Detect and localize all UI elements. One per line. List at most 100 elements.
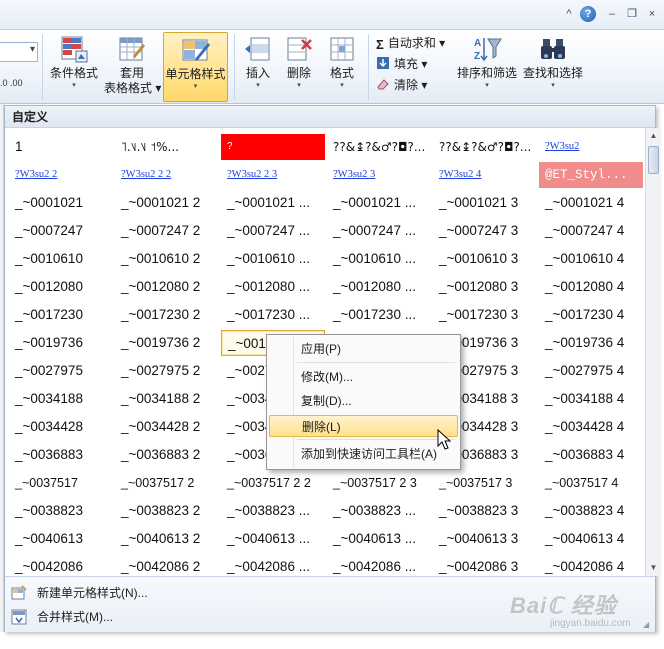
cell-style-item[interactable]: _~0038823 ... bbox=[221, 498, 325, 524]
modify-menu-item[interactable]: 修改(M)... bbox=[269, 366, 458, 388]
cell-style-item[interactable]: _~0040613 2 bbox=[115, 526, 219, 552]
cell-style-item[interactable]: _~0034428 4 bbox=[539, 414, 643, 440]
cell-style-item[interactable]: _~0038823 2 bbox=[115, 498, 219, 524]
cell-style-item[interactable]: _~0042086 4 bbox=[539, 554, 643, 576]
cell-style-item[interactable]: _~0027975 bbox=[9, 358, 113, 384]
cell-style-item[interactable]: _~0007247 3 bbox=[433, 218, 537, 244]
cell-style-item[interactable]: _~0042086 2 bbox=[115, 554, 219, 576]
window-minimize-icon[interactable]: – bbox=[604, 6, 620, 22]
cell-style-item[interactable]: _~0027975 4 bbox=[539, 358, 643, 384]
cell-style-item[interactable]: _~0017230 ... bbox=[221, 302, 325, 328]
cell-style-item[interactable]: _~0019736 2 bbox=[115, 330, 219, 356]
cell-style-item[interactable]: _~0010610 bbox=[9, 246, 113, 272]
cell-style-item[interactable]: _~0038823 ... bbox=[327, 498, 431, 524]
cell-style-item[interactable]: _~0001021 bbox=[9, 190, 113, 216]
cell-style-item[interactable]: _~0010610 ... bbox=[327, 246, 431, 272]
cell-style-item[interactable]: _~0007247 ... bbox=[327, 218, 431, 244]
cell-style-item[interactable]: _~0019736 4 bbox=[539, 330, 643, 356]
cell-style-item[interactable]: _~0036883 bbox=[9, 442, 113, 468]
cell-style-item[interactable]: ? bbox=[221, 134, 325, 160]
cell-style-item[interactable]: @ET_Styl... bbox=[539, 162, 643, 188]
cell-style-item[interactable]: _~0040613 bbox=[9, 526, 113, 552]
cell-style-item[interactable]: _~0017230 4 bbox=[539, 302, 643, 328]
cell-style-item[interactable]: _~0007247 2 bbox=[115, 218, 219, 244]
cell-style-item[interactable]: _~0040613 3 bbox=[433, 526, 537, 552]
cell-style-item[interactable]: _~0001021 3 bbox=[433, 190, 537, 216]
cell-style-item[interactable]: _~0038823 3 bbox=[433, 498, 537, 524]
cell-style-item[interactable]: ?W3su2 4 bbox=[433, 162, 537, 188]
cell-style-item[interactable]: _~0037517 4 bbox=[539, 470, 643, 496]
cell-style-item[interactable]: _~0034428 bbox=[9, 414, 113, 440]
cell-style-item[interactable]: _~0036883 4 bbox=[539, 442, 643, 468]
delete-menu-item[interactable]: 删除(L) bbox=[269, 415, 458, 437]
scroll-up-icon[interactable]: ▲ bbox=[647, 129, 660, 143]
cell-style-item[interactable]: ?W3su2 2 3 bbox=[221, 162, 325, 188]
window-restore-icon[interactable]: ❐ bbox=[624, 6, 640, 22]
cell-style-item[interactable]: _~0037517 2 bbox=[115, 470, 219, 496]
cell-style-item[interactable]: _~0034188 4 bbox=[539, 386, 643, 412]
autosum-button[interactable]: Σ 自动求和 ▾ bbox=[376, 33, 445, 53]
apply-menu-item[interactable]: 应用(P) bbox=[269, 338, 458, 360]
cell-style-item[interactable]: _~0027975 2 bbox=[115, 358, 219, 384]
cell-style-item[interactable]: _~0010610 ... bbox=[221, 246, 325, 272]
cell-style-item[interactable]: ?W3su2 2 2 bbox=[115, 162, 219, 188]
cell-style-item[interactable]: _~0007247 ... bbox=[221, 218, 325, 244]
cell-style-item[interactable]: ˥.˥˩.˥˩ ˦%... bbox=[115, 134, 219, 160]
cell-style-item[interactable]: _~0034188 2 bbox=[115, 386, 219, 412]
cell-style-item[interactable]: _~0007247 4 bbox=[539, 218, 643, 244]
table-format-button[interactable]: 套用 表格格式 ▾ bbox=[104, 32, 161, 102]
cell-style-item[interactable]: ?W3su2 2 bbox=[9, 162, 113, 188]
insert-button[interactable]: 插入 ▾ bbox=[238, 32, 278, 102]
cell-style-item[interactable]: _~0037517 3 bbox=[433, 470, 537, 496]
cell-style-item[interactable]: _~0001021 ... bbox=[221, 190, 325, 216]
help-icon[interactable]: ? bbox=[580, 6, 596, 22]
cell-style-item[interactable]: _~0040613 ... bbox=[221, 526, 325, 552]
cell-style-item[interactable]: _~0012080 3 bbox=[433, 274, 537, 300]
cell-styles-button[interactable]: 单元格样式 ▾ bbox=[163, 32, 228, 102]
cell-style-item[interactable]: ?W3su2 3 bbox=[327, 162, 431, 188]
cell-style-item[interactable]: _~0012080 4 bbox=[539, 274, 643, 300]
decimal-buttons[interactable]: .0 .00 bbox=[0, 78, 23, 88]
cell-style-item[interactable]: _~0040613 ... bbox=[327, 526, 431, 552]
cell-style-item[interactable]: _~0017230 2 bbox=[115, 302, 219, 328]
duplicate-menu-item[interactable]: 复制(D)... bbox=[269, 390, 458, 412]
cell-style-item[interactable]: ??&↨?&♂?◘?... bbox=[433, 134, 537, 160]
cell-style-item[interactable]: _~0012080 bbox=[9, 274, 113, 300]
conditional-format-button[interactable]: 条件格式 ▾ bbox=[46, 32, 102, 102]
number-format-combo[interactable] bbox=[0, 42, 38, 62]
cell-style-item[interactable]: 1 bbox=[9, 134, 113, 160]
window-close-icon[interactable]: × bbox=[644, 6, 660, 22]
merge-styles-menu-item[interactable]: 合并样式(M)... bbox=[11, 605, 113, 629]
cell-style-item[interactable]: _~0037517 bbox=[9, 470, 113, 496]
delete-button[interactable]: 删除 ▾ bbox=[280, 32, 318, 102]
cell-style-item[interactable]: _~0010610 3 bbox=[433, 246, 537, 272]
cell-style-item[interactable]: _~0038823 4 bbox=[539, 498, 643, 524]
new-cell-style-menu-item[interactable]: 新建单元格样式(N)... bbox=[11, 581, 148, 605]
cell-style-item[interactable]: _~0010610 4 bbox=[539, 246, 643, 272]
cell-style-item[interactable]: _~0001021 4 bbox=[539, 190, 643, 216]
cell-style-item[interactable]: _~0042086 ... bbox=[327, 554, 431, 576]
cell-style-item[interactable]: _~0012080 ... bbox=[327, 274, 431, 300]
cell-style-item[interactable]: _~0042086 ... bbox=[221, 554, 325, 576]
cell-style-item[interactable]: _~0040613 4 bbox=[539, 526, 643, 552]
cell-style-item[interactable]: _~0034188 bbox=[9, 386, 113, 412]
clear-button[interactable]: 清除 ▾ bbox=[376, 75, 427, 95]
cell-style-item[interactable]: _~0012080 ... bbox=[221, 274, 325, 300]
cell-style-item[interactable]: _~0037517 2 2 bbox=[221, 470, 325, 496]
cell-style-item[interactable]: _~0034428 2 bbox=[115, 414, 219, 440]
cell-style-item[interactable]: _~0036883 2 bbox=[115, 442, 219, 468]
add-to-quick-access-menu-item[interactable]: 添加到快速访问工具栏(A) bbox=[269, 443, 458, 465]
cell-style-item[interactable]: _~0017230 bbox=[9, 302, 113, 328]
scroll-thumb[interactable] bbox=[648, 146, 659, 174]
cell-style-item[interactable]: ?W3su2 bbox=[539, 134, 643, 160]
cell-style-item[interactable]: _~0007247 bbox=[9, 218, 113, 244]
cell-style-item[interactable]: _~0017230 3 bbox=[433, 302, 537, 328]
cell-style-item[interactable]: ??&↨?&♂?◘?... bbox=[327, 134, 431, 160]
cell-style-item[interactable]: _~0019736 bbox=[9, 330, 113, 356]
cell-style-item[interactable]: _~0001021 2 bbox=[115, 190, 219, 216]
cell-style-item[interactable]: _~0042086 3 bbox=[433, 554, 537, 576]
find-select-button[interactable]: 查找和选择 ▾ bbox=[521, 32, 585, 102]
scroll-down-icon[interactable]: ▼ bbox=[647, 561, 660, 575]
cell-style-item[interactable]: _~0001021 ... bbox=[327, 190, 431, 216]
cell-style-item[interactable]: _~0042086 bbox=[9, 554, 113, 576]
